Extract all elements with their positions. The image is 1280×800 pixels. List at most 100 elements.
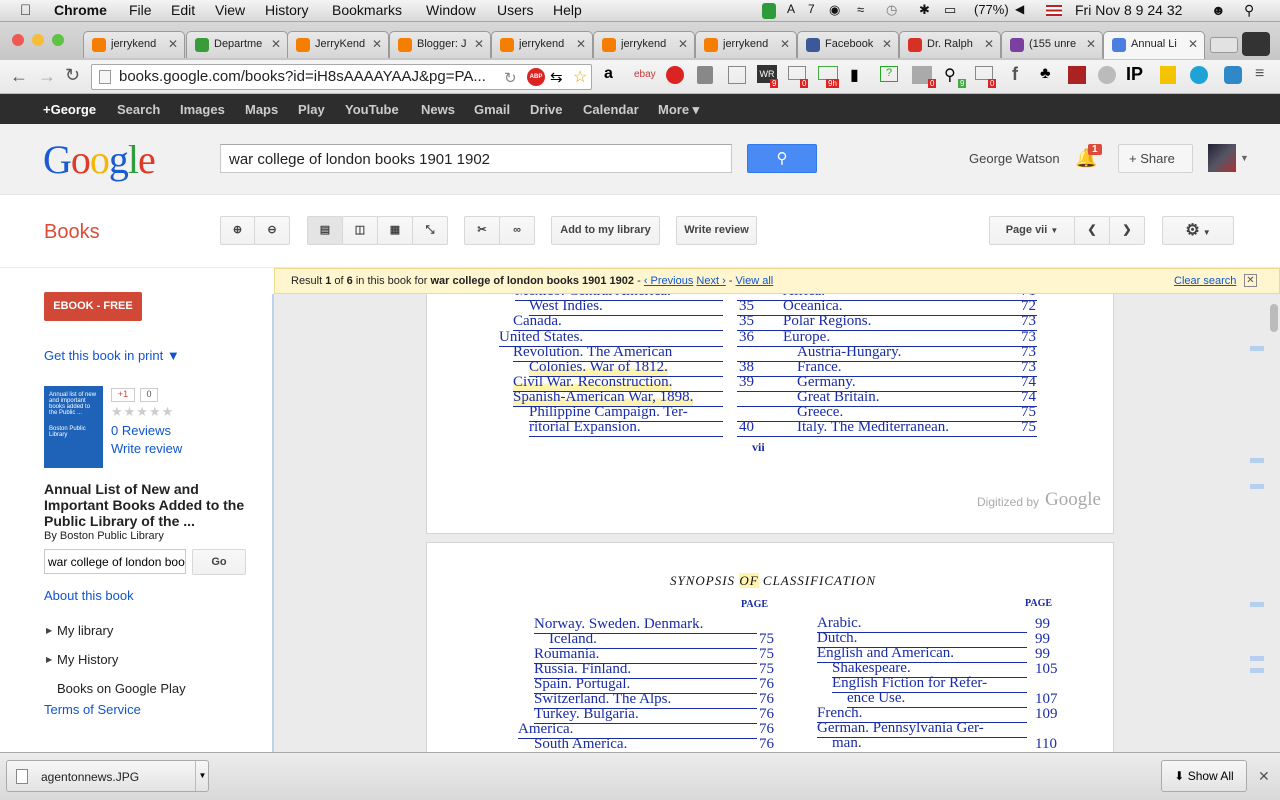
settings-button[interactable]: ⚙ ▼ xyxy=(1162,216,1234,245)
result-marker[interactable] xyxy=(1250,346,1264,351)
menu-history[interactable]: History xyxy=(265,2,309,18)
tab-8[interactable]: Facebook ✕ xyxy=(797,31,899,58)
download-item[interactable]: agentonnews.JPG ▼ xyxy=(6,760,209,792)
ip-icon[interactable]: IP xyxy=(1126,64,1143,85)
clock[interactable]: Fri Nov 8 9 24 32 xyxy=(1075,2,1182,18)
ext-icon-6[interactable]: ♣ xyxy=(1040,65,1051,83)
url-text[interactable]: books.google.com/books?id=iH8sAAAAYAAJ&p… xyxy=(119,68,486,85)
menu-help[interactable]: Help xyxy=(553,2,582,18)
time-machine-icon[interactable]: ◷ xyxy=(886,2,897,18)
ebay-icon[interactable]: ebay xyxy=(634,69,656,80)
minimize-window-button[interactable] xyxy=(32,34,44,46)
tab-3[interactable]: JerryKend ✕ xyxy=(287,31,389,58)
gbar-calendar[interactable]: Calendar xyxy=(583,102,639,117)
scrollbar-thumb[interactable] xyxy=(1270,304,1278,332)
thumbnail-button[interactable]: ▦ xyxy=(377,216,413,245)
apple-icon[interactable]:  xyxy=(20,2,31,19)
pocket-icon[interactable] xyxy=(697,66,713,84)
ext-icon-8[interactable] xyxy=(1190,66,1208,84)
ebook-free-button[interactable]: EBOOK - FREE xyxy=(44,292,142,321)
stats-icon[interactable]: ▮ xyxy=(850,65,859,85)
ext-icon-5[interactable] xyxy=(975,66,993,80)
menu-users[interactable]: Users xyxy=(497,2,534,18)
book-viewer[interactable]: Mexico. Central America.West Indies.Cana… xyxy=(272,294,1280,752)
tab-close-icon[interactable]: ✕ xyxy=(678,37,688,51)
tab-close-icon[interactable]: ✕ xyxy=(1086,37,1096,51)
tab-close-icon[interactable]: ✕ xyxy=(780,37,790,51)
volume-icon[interactable]: ◀ xyxy=(1015,2,1024,16)
in-book-search-value[interactable]: war college of london boo xyxy=(48,555,185,569)
globe-icon[interactable] xyxy=(1098,66,1116,84)
tab-2[interactable]: Departme ✕ xyxy=(186,31,288,58)
forward-arrow-icon[interactable]: → xyxy=(38,66,56,87)
download-filename[interactable]: agentonnews.JPG xyxy=(41,770,139,784)
search-button[interactable]: ⚲ xyxy=(747,144,817,173)
tab-close-icon[interactable]: ✕ xyxy=(168,37,178,51)
my-history-link[interactable]: My History xyxy=(57,652,118,667)
next-result-link[interactable]: Next › xyxy=(696,275,725,287)
clip-button[interactable]: ✂ xyxy=(464,216,500,245)
index-entry[interactable]: Polar Regions. xyxy=(783,313,871,330)
close-shelf-icon[interactable]: ✕ xyxy=(1258,768,1270,785)
about-book-link[interactable]: About this book xyxy=(44,588,134,603)
shield-icon[interactable] xyxy=(762,3,776,19)
reload-icon[interactable]: ↻ xyxy=(65,65,80,86)
book-cover[interactable]: Annual list of new and important books a… xyxy=(44,386,103,468)
tab-close-icon[interactable]: ✕ xyxy=(271,37,281,51)
close-window-button[interactable] xyxy=(12,34,24,46)
tab-close-icon[interactable]: ✕ xyxy=(576,37,586,51)
stop-icon[interactable] xyxy=(666,66,684,84)
battery-icon[interactable]: ▭ xyxy=(944,2,956,18)
new-tab-button[interactable] xyxy=(1210,37,1238,53)
show-all-button[interactable]: ⬇ Show All xyxy=(1161,760,1247,792)
zoom-out-button[interactable]: ⊖ xyxy=(254,216,290,245)
p-ext-icon[interactable] xyxy=(1160,66,1176,84)
dropbox-icon[interactable]: ◉ xyxy=(829,2,840,18)
gbar-profile[interactable]: +George xyxy=(43,102,96,117)
tab-7[interactable]: jerrykend ✕ xyxy=(695,31,797,58)
zoom-window-button[interactable] xyxy=(52,34,64,46)
ext-icon-7[interactable] xyxy=(1068,66,1086,84)
help-ext-icon[interactable]: ? xyxy=(880,66,898,82)
books-title[interactable]: Books xyxy=(44,221,100,244)
gbar-maps[interactable]: Maps xyxy=(245,102,278,117)
tab-1[interactable]: jerrykend ✕ xyxy=(83,31,185,58)
next-page-button[interactable]: ❯ xyxy=(1109,216,1145,245)
tab-close-icon[interactable]: ✕ xyxy=(1188,37,1198,51)
flag-icon[interactable] xyxy=(1046,5,1062,16)
user-name[interactable]: George Watson xyxy=(969,151,1060,166)
page-number-ref[interactable]: 75 xyxy=(1021,419,1036,436)
tab-close-icon[interactable]: ✕ xyxy=(882,37,892,51)
tab-5[interactable]: jerrykend ✕ xyxy=(491,31,593,58)
page-select[interactable]: Page vii ▼ xyxy=(989,216,1075,245)
page-number-ref[interactable]: 109 xyxy=(1035,706,1058,723)
avatar-dropdown-icon[interactable]: ▼ xyxy=(1240,153,1249,163)
ext-icon-2[interactable] xyxy=(788,66,806,80)
bluetooth-icon[interactable]: ✱ xyxy=(919,2,930,18)
page-number-ref[interactable]: 105 xyxy=(1035,661,1058,678)
share-button[interactable]: + Share xyxy=(1118,144,1193,173)
wifi-icon[interactable]: ≈ xyxy=(857,2,864,17)
gbar-play[interactable]: Play xyxy=(298,102,325,117)
adblock-icon[interactable]: ABP xyxy=(527,68,545,86)
profile-avatar[interactable] xyxy=(1242,32,1270,56)
avatar[interactable] xyxy=(1208,144,1236,172)
link-button[interactable]: ∞ xyxy=(499,216,535,245)
write-review-button[interactable]: Write review xyxy=(676,216,757,245)
tab-9[interactable]: Dr. Ralph ✕ xyxy=(899,31,1001,58)
go-button[interactable]: Go xyxy=(192,549,246,575)
tab-4[interactable]: Blogger: J ✕ xyxy=(389,31,491,58)
gbar-more[interactable]: More ▾ xyxy=(658,102,699,118)
two-page-button[interactable]: ◫ xyxy=(342,216,378,245)
adobe-icon[interactable]: A xyxy=(787,2,795,16)
reviews-link[interactable]: 0 Reviews xyxy=(111,423,171,438)
zoom-in-button[interactable]: ⊕ xyxy=(220,216,255,245)
result-marker[interactable] xyxy=(1250,602,1264,607)
fullscreen-button[interactable]: ⤡ xyxy=(412,216,448,245)
menu-icon[interactable]: ≡ xyxy=(1255,65,1264,83)
reload-ext-icon[interactable]: ↻ xyxy=(504,69,517,87)
download-ext-icon[interactable] xyxy=(728,66,746,84)
tab-close-icon[interactable]: ✕ xyxy=(372,37,382,51)
result-marker[interactable] xyxy=(1250,656,1264,661)
menu-view[interactable]: View xyxy=(215,2,245,18)
